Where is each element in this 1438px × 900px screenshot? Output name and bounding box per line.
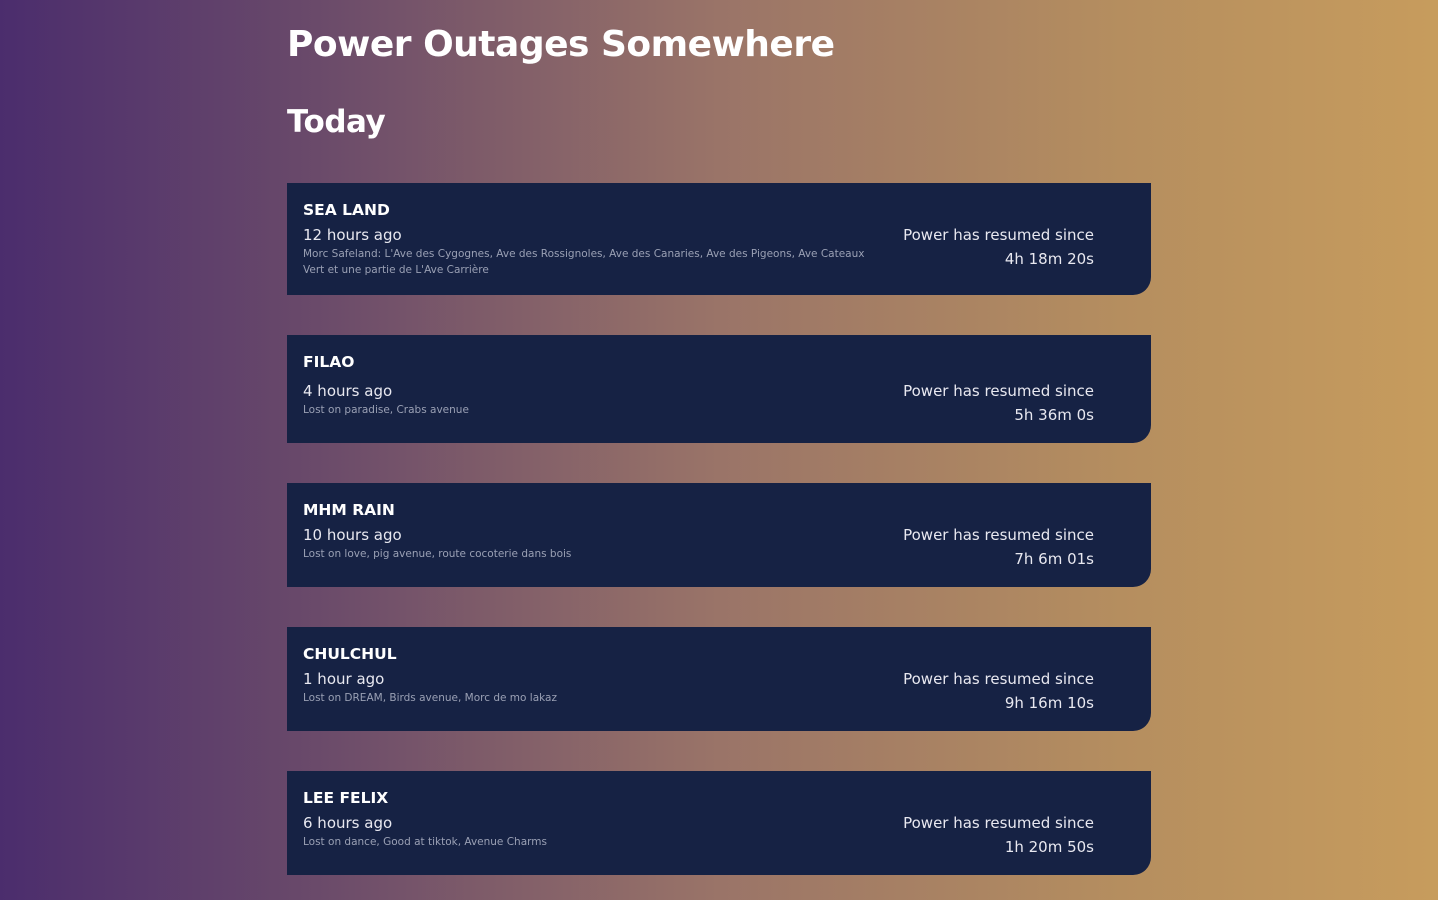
outage-card[interactable]: LEE FELIX 6 hours ago Lost on dance, Goo…: [287, 771, 1151, 875]
area-name: FILAO: [303, 353, 355, 371]
time-ago: 12 hours ago: [303, 226, 402, 244]
outage-card[interactable]: CHULCHUL 1 hour ago Lost on DREAM, Birds…: [287, 627, 1151, 731]
status-block: Power has resumed since 1h 20m 50s: [903, 811, 1094, 859]
status-block: Power has resumed since 4h 18m 20s: [903, 223, 1094, 271]
affected-streets: Lost on DREAM, Birds avenue, Morc de mo …: [303, 692, 557, 704]
outage-card[interactable]: SEA LAND 12 hours ago Morc Safeland: L'A…: [287, 183, 1151, 295]
resumed-duration: 7h 6m 01s: [1014, 550, 1094, 568]
time-ago: 1 hour ago: [303, 670, 385, 688]
resumed-duration: 9h 16m 10s: [1004, 694, 1094, 712]
status-label: Power has resumed since: [903, 670, 1094, 688]
resumed-duration: 5h 36m 0s: [1014, 406, 1094, 424]
area-name: CHULCHUL: [303, 645, 397, 663]
affected-streets: Morc Safeland: L'Ave des Cygognes, Ave d…: [303, 248, 865, 276]
status-label: Power has resumed since: [903, 814, 1094, 832]
time-ago: 4 hours ago: [303, 382, 393, 400]
affected-streets: Lost on paradise, Crabs avenue: [303, 404, 469, 416]
affected-streets: Lost on dance, Good at tiktok, Avenue Ch…: [303, 836, 547, 848]
outage-card[interactable]: FILAO 4 hours ago Lost on paradise, Crab…: [287, 335, 1151, 443]
area-name: SEA LAND: [303, 201, 390, 219]
time-ago: 6 hours ago: [303, 814, 393, 832]
status-label: Power has resumed since: [903, 526, 1094, 544]
status-block: Power has resumed since 5h 36m 0s: [903, 379, 1094, 427]
status-label: Power has resumed since: [903, 382, 1094, 400]
time-ago: 10 hours ago: [303, 526, 402, 544]
affected-streets: Lost on love, pig avenue, route cocoteri…: [303, 548, 572, 560]
resumed-duration: 4h 18m 20s: [1004, 250, 1094, 268]
status-block: Power has resumed since 9h 16m 10s: [903, 667, 1094, 715]
resumed-duration: 1h 20m 50s: [1004, 838, 1094, 856]
outage-card[interactable]: MHM RAIN 10 hours ago Lost on love, pig …: [287, 483, 1151, 587]
status-block: Power has resumed since 7h 6m 01s: [903, 523, 1094, 571]
section-title-today: Today: [287, 104, 386, 140]
area-name: MHM RAIN: [303, 501, 395, 519]
area-name: LEE FELIX: [303, 789, 389, 807]
status-label: Power has resumed since: [903, 226, 1094, 244]
site-title: Power Outages Somewhere: [287, 24, 835, 65]
